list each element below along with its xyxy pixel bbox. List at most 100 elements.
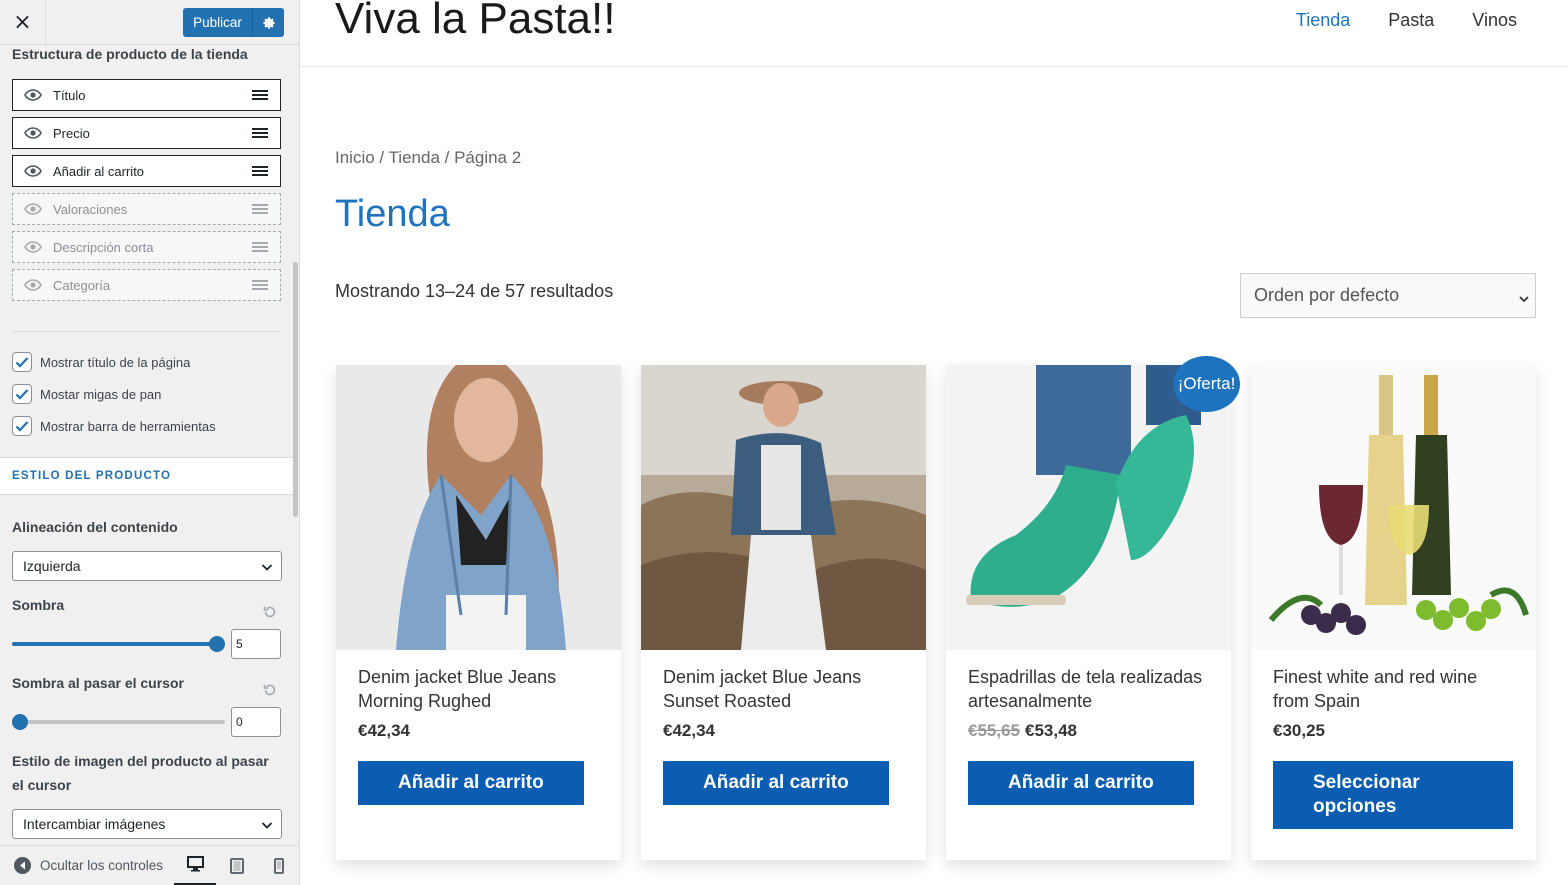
shadow-slider-thumb[interactable] (209, 636, 225, 652)
structure-item-label: Añadir al carrito (53, 163, 145, 179)
price-current: €42,34 (358, 721, 410, 740)
alignment-select[interactable]: Izquierda (12, 551, 282, 581)
add-to-cart-button[interactable]: Añadir al carrito (663, 761, 889, 805)
eye-icon[interactable] (13, 127, 53, 139)
product-title-line: Denim jacket Blue Jeans (663, 667, 862, 687)
image-style-value: Intercambiar imágenes (23, 816, 166, 832)
alignment-label: Alineación del contenido (12, 519, 178, 535)
publish-button[interactable]: Publicar (183, 8, 253, 37)
product-price: €42,34 (663, 721, 715, 741)
product-card: Espadrillas de tela realizadas artesanal… (946, 365, 1231, 860)
main-navigation: Tienda Pasta Vinos (1296, 10, 1517, 31)
checkbox-checked-icon[interactable] (12, 352, 32, 372)
sidebar-scrollbar[interactable] (293, 262, 298, 517)
structure-item-title[interactable]: Título (12, 79, 281, 111)
drag-handle-icon[interactable] (240, 89, 280, 101)
customizer-panel: Estructura de producto de la tienda Títu… (0, 45, 293, 840)
drag-handle-icon[interactable] (240, 241, 280, 253)
chevron-down-icon (261, 560, 273, 576)
structure-item-label: Valoraciones (53, 201, 128, 217)
button-label-line: opciones (1313, 796, 1397, 817)
desktop-preview-icon[interactable] (174, 846, 216, 885)
site-header: Viva la Pasta!! Tienda Pasta Vinos (300, 0, 1568, 67)
add-to-cart-button[interactable]: Añadir al carrito (968, 761, 1194, 805)
hover-shadow-slider-thumb[interactable] (12, 714, 28, 730)
product-price: €30,25 (1273, 721, 1325, 741)
orderby-value: Orden por defecto (1254, 285, 1400, 305)
product-image-wine[interactable] (1251, 365, 1536, 650)
structure-item-label: Categoría (53, 277, 111, 293)
sale-badge: ¡Oferta! (1173, 356, 1240, 412)
product-title-line: Sunset Roasted (663, 691, 792, 711)
orderby-select[interactable]: Orden por defecto (1240, 273, 1536, 318)
product-title[interactable]: Espadrillas de tela realizadas artesanal… (968, 665, 1213, 713)
hover-shadow-label: Sombra al pasar el cursor (12, 675, 184, 691)
nav-item-tienda[interactable]: Tienda (1296, 10, 1350, 31)
structure-item-price[interactable]: Precio (12, 117, 281, 149)
structure-item-category[interactable]: Categoría (12, 269, 281, 301)
product-price: €42,34 (358, 721, 410, 741)
eye-icon[interactable] (13, 241, 53, 253)
product-card: Denim jacket Blue Jeans Morning Rughed €… (336, 365, 621, 860)
mobile-preview-icon[interactable] (258, 846, 299, 885)
shadow-slider[interactable] (12, 636, 225, 652)
product-title[interactable]: Finest white and red wine from Spain (1273, 665, 1518, 713)
chevron-down-icon (261, 818, 273, 834)
select-options-button[interactable]: Seleccionar opciones (1273, 761, 1513, 829)
tablet-preview-icon[interactable] (216, 846, 258, 885)
hover-shadow-slider[interactable] (12, 714, 225, 730)
hide-controls-label: Ocultar los controles (40, 858, 164, 873)
structure-item-short-description[interactable]: Descripción corta (12, 231, 281, 263)
product-title-line: Denim jacket Blue Jeans (358, 667, 557, 687)
image-style-select[interactable]: Intercambiar imágenes (12, 809, 282, 839)
checkbox-label: Mostrar barra de herramientas (40, 418, 216, 434)
checkbox-show-page-title[interactable]: Mostrar título de la página (12, 351, 190, 373)
structure-item-label: Precio (53, 125, 90, 141)
checkbox-checked-icon[interactable] (12, 416, 32, 436)
structure-item-add-to-cart[interactable]: Añadir al carrito (12, 155, 281, 187)
breadcrumb[interactable]: Inicio / Tienda / Página 2 (335, 148, 521, 168)
nav-item-pasta[interactable]: Pasta (1388, 10, 1434, 31)
product-title-line: Morning Rughed (358, 691, 492, 711)
product-title[interactable]: Denim jacket Blue Jeans Morning Rughed (358, 665, 603, 713)
product-style-section-header[interactable]: ESTILO DEL PRODUCTO (0, 457, 293, 495)
customizer-sidebar: × Publicar Estructura de producto de la … (0, 0, 300, 885)
drag-handle-icon[interactable] (240, 279, 280, 291)
checkbox-label: Mostrar título de la página (40, 354, 191, 370)
nav-item-vinos[interactable]: Vinos (1472, 10, 1517, 31)
close-icon[interactable]: × (0, 0, 46, 45)
image-style-label-2: el cursor (12, 777, 72, 793)
button-label-line: Seleccionar (1313, 772, 1420, 793)
site-title[interactable]: Viva la Pasta!! (335, 0, 615, 44)
product-image-denim-jacket-woman[interactable] (336, 365, 621, 650)
checkbox-show-breadcrumbs[interactable]: Mostar migas de pan (12, 383, 161, 405)
drag-handle-icon[interactable] (240, 203, 280, 215)
reset-icon[interactable] (262, 682, 278, 698)
drag-handle-icon[interactable] (240, 127, 280, 139)
eye-icon[interactable] (13, 89, 53, 101)
product-title[interactable]: Denim jacket Blue Jeans Sunset Roasted (663, 665, 908, 713)
customizer-header: × Publicar (0, 0, 299, 45)
eye-icon[interactable] (13, 279, 53, 291)
product-card: Denim jacket Blue Jeans Sunset Roasted €… (641, 365, 926, 860)
result-count: Mostrando 13–24 de 57 resultados (335, 281, 614, 301)
product-price: €55,65 €53,48 (968, 721, 1077, 741)
alignment-value: Izquierda (23, 558, 81, 574)
hover-shadow-number-input[interactable]: 0 (231, 707, 281, 737)
shadow-label: Sombra (12, 597, 65, 613)
structure-item-label: Título (53, 87, 86, 103)
checkbox-checked-icon[interactable] (12, 384, 32, 404)
structure-item-label: Descripción corta (53, 239, 154, 255)
hide-controls-button[interactable]: Ocultar los controles (0, 857, 174, 874)
eye-icon[interactable] (13, 203, 53, 215)
divider (12, 331, 281, 332)
drag-handle-icon[interactable] (240, 165, 280, 177)
checkbox-show-toolbar[interactable]: Mostrar barra de herramientas (12, 415, 216, 437)
product-image-denim-jacket-field[interactable] (641, 365, 926, 650)
shadow-number-input[interactable]: 5 (231, 629, 281, 659)
publish-settings-gear-icon[interactable] (253, 8, 284, 37)
structure-item-ratings[interactable]: Valoraciones (12, 193, 281, 225)
add-to-cart-button[interactable]: Añadir al carrito (358, 761, 584, 805)
reset-icon[interactable] (262, 604, 278, 620)
eye-icon[interactable] (13, 165, 53, 177)
